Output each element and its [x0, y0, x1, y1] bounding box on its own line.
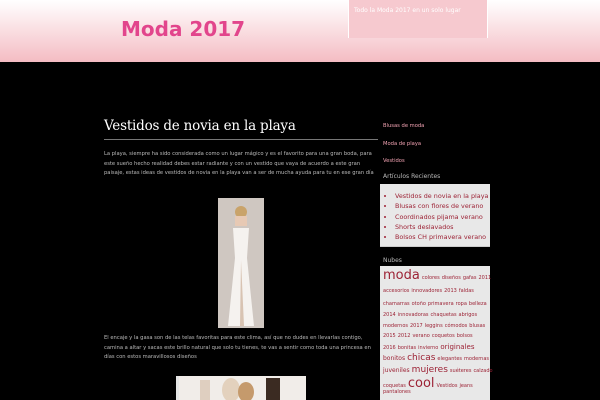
- tag-link[interactable]: calzado: [473, 368, 492, 374]
- tag-line: 2015 2012 verano coquetos bolsos: [383, 333, 475, 339]
- tag-link[interactable]: pantalones: [383, 389, 411, 395]
- dress-photo: [176, 376, 306, 400]
- recent-post-link[interactable]: Vestidos de novia en la playa: [395, 191, 488, 201]
- tag-line: moda colores diseños gafas 2011: [383, 268, 493, 283]
- tag-link[interactable]: verano: [412, 333, 429, 339]
- tag-link[interactable]: 2014: [383, 312, 396, 318]
- menu-item-playa[interactable]: Moda de playa: [383, 141, 421, 147]
- title-divider: [104, 139, 378, 140]
- post-title[interactable]: Vestidos de novia en la playa: [104, 118, 296, 134]
- main-content: Vestidos de novia en la playa La playa, …: [104, 112, 378, 400]
- tag-link[interactable]: chaquetas: [431, 312, 457, 318]
- tag-link[interactable]: abrigos: [459, 312, 478, 318]
- tag-link[interactable]: 2011: [478, 275, 491, 281]
- tag-cloud-widget: moda colores diseños gafas 2011 accesorios inn…: [380, 266, 493, 400]
- tag-link[interactable]: elegantes: [437, 356, 462, 362]
- post-paragraph: La playa, siempre ha sido considerada co…: [104, 151, 374, 177]
- tag-link[interactable]: 2012: [398, 333, 411, 339]
- tag-line: modernos 2017 leggins cómodos blusas: [383, 323, 487, 329]
- tag-link[interactable]: innovadoras: [398, 312, 429, 318]
- tag-link[interactable]: bolsos: [457, 333, 473, 339]
- tag-link[interactable]: modernas: [464, 356, 489, 362]
- tag-link[interactable]: primavera: [428, 301, 454, 307]
- tag-link[interactable]: accesorios: [383, 288, 409, 294]
- tag-link[interactable]: faldas: [459, 288, 474, 294]
- recent-post-link[interactable]: Bolsos CH primavera verano: [395, 232, 488, 242]
- site-tagline: Todo la Moda 2017 en un solo lugar: [354, 7, 461, 14]
- tag-link[interactable]: coquetos: [432, 333, 455, 339]
- tag-link[interactable]: innovadores: [411, 288, 442, 294]
- tag-line: chamarras otoño primavera ropa belleza: [383, 301, 489, 307]
- tag-link[interactable]: blusas: [469, 323, 485, 329]
- tag-link[interactable]: colores: [422, 275, 440, 281]
- recent-post-link[interactable]: Coordinados pijama verano: [395, 212, 488, 222]
- tag-link[interactable]: mujeres: [412, 365, 448, 375]
- tag-link[interactable]: leggins: [425, 323, 443, 329]
- tag-link[interactable]: bonitos: [383, 355, 405, 362]
- menu-item-vestidos[interactable]: Vestidos: [383, 158, 405, 164]
- tag-line: pantalones: [383, 389, 413, 395]
- tag-link[interactable]: jeans: [459, 383, 472, 389]
- post-paragraph: El encaje y la gasa son de las telas fav…: [104, 335, 371, 361]
- tag-link[interactable]: 2016: [383, 345, 396, 351]
- tag-line: 2016 bonitas invierno originales: [383, 343, 476, 351]
- bride-photo: [218, 198, 264, 328]
- tag-link[interactable]: modernos: [383, 323, 408, 329]
- tag-link[interactable]: chicas: [407, 353, 435, 363]
- tag-link[interactable]: juveniles: [383, 367, 410, 374]
- site-title[interactable]: Moda 2017: [121, 17, 245, 41]
- tag-link[interactable]: suéteres: [450, 368, 472, 374]
- tag-link[interactable]: ropa: [456, 301, 467, 307]
- recent-post-link[interactable]: Shorts deslavados: [395, 222, 488, 232]
- tag-link[interactable]: originales: [440, 343, 474, 351]
- tag-link[interactable]: cómodos: [445, 323, 468, 329]
- tag-line: accesorios innovadores 2013 faldas: [383, 288, 476, 294]
- site-header: Moda 2017 Todo la Moda 2017 en un solo l…: [0, 0, 600, 62]
- menu-item-blusas[interactable]: Blusas de moda: [383, 123, 424, 129]
- tag-link[interactable]: 2017: [410, 323, 423, 329]
- tag-link[interactable]: belleza: [469, 301, 487, 307]
- tag-line: bonitos chicas elegantes modernas: [383, 353, 491, 363]
- tag-link[interactable]: chamarras: [383, 301, 410, 307]
- tag-cloud-title: Nubes: [383, 257, 402, 264]
- tag-link[interactable]: Vestidos: [437, 383, 458, 389]
- tag-link[interactable]: bonitas: [398, 345, 416, 351]
- tag-link[interactable]: moda: [383, 268, 420, 283]
- recent-post-link[interactable]: Blusas con flores de verano: [395, 201, 488, 211]
- recent-posts-widget: Vestidos de novia en la playa Blusas con…: [380, 184, 490, 247]
- tag-link[interactable]: otoño: [412, 301, 426, 307]
- recent-posts-title: Artículos Recientes: [383, 173, 441, 180]
- tag-link[interactable]: invierno: [418, 345, 438, 351]
- tag-link[interactable]: gafas: [463, 275, 477, 281]
- tag-line: 2014 innovadoras chaquetas abrigos: [383, 312, 479, 318]
- tagline-box: Todo la Moda 2017 en un solo lugar: [348, 0, 488, 38]
- tag-link[interactable]: 2013: [444, 288, 457, 294]
- tag-line: juveniles mujeres suéteres calzado: [383, 365, 495, 375]
- tag-link[interactable]: 2015: [383, 333, 396, 339]
- tag-link[interactable]: diseños: [442, 275, 461, 281]
